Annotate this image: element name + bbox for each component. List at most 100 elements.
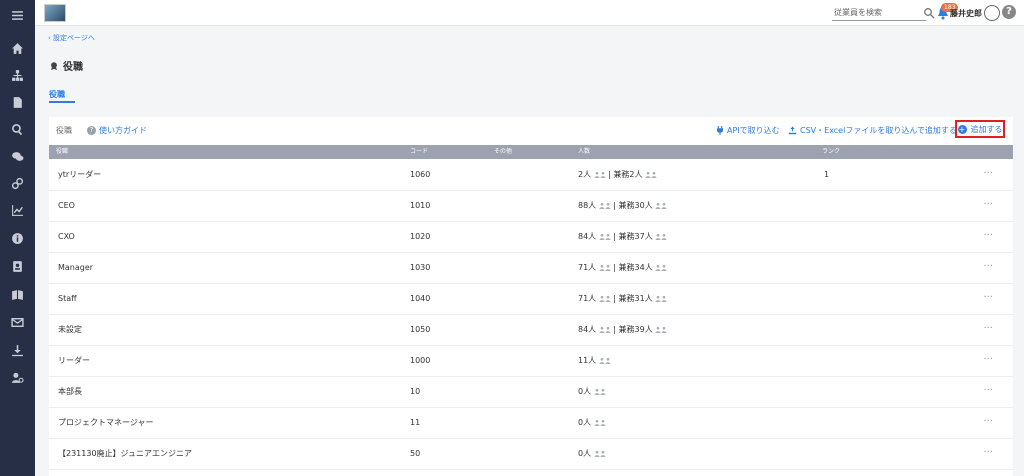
- employee-search-input[interactable]: 従業員を検索: [832, 6, 926, 21]
- table-row[interactable]: 【231130廃止】ジュニアエンジニア 50 0人 ···: [49, 438, 1013, 470]
- position-code: 50: [410, 449, 421, 458]
- concurrent-headcount: | 兼務37人: [613, 232, 653, 241]
- table-row[interactable]: 未設定 1050 84人 | 兼務39人 ···: [49, 314, 1013, 346]
- column-header-code[interactable]: コード: [410, 145, 428, 159]
- people-icon: [645, 171, 657, 178]
- mail-icon[interactable]: [0, 312, 35, 332]
- headcount: 71人 | 兼務34人: [578, 252, 667, 283]
- table-row[interactable]: 本部長 10 0人 ···: [49, 376, 1013, 408]
- position-name: CEO: [58, 201, 75, 210]
- table-row[interactable]: Staff 1040 71人 | 兼務31人 ···: [49, 283, 1013, 315]
- position-code: 10: [410, 387, 421, 396]
- menu-icon[interactable]: [0, 5, 35, 25]
- home-icon[interactable]: [0, 38, 35, 58]
- headcount: 84人 | 兼務37人: [578, 221, 667, 252]
- position-code: 1020: [410, 232, 431, 241]
- chat-icon[interactable]: [0, 146, 35, 166]
- top-bar: 従業員を検索 183 藤井史郎 ?: [35, 0, 1024, 26]
- more-options-icon[interactable]: ···: [983, 283, 993, 312]
- position-code: 1060: [410, 170, 431, 179]
- active-tab-indicator: [49, 101, 75, 103]
- search-icon[interactable]: [923, 7, 935, 19]
- people-icon: [599, 264, 611, 271]
- api-import-button[interactable]: APIで取り込む: [716, 125, 780, 136]
- table-header: 役職 コード その他 人数 ランク: [49, 145, 1013, 159]
- more-options-icon[interactable]: ···: [983, 252, 993, 281]
- more-options-icon[interactable]: ···: [983, 190, 993, 219]
- user-settings-icon[interactable]: [0, 367, 35, 387]
- people-icon: [655, 233, 667, 240]
- headcount-value: 2人: [578, 170, 592, 179]
- headcount-value: 71人: [578, 263, 597, 272]
- more-options-icon[interactable]: ···: [983, 159, 993, 188]
- more-options-icon[interactable]: ···: [983, 314, 993, 343]
- profile-card-icon[interactable]: [0, 256, 35, 276]
- positions-card: 役職 ? 使い方ガイド APIで取り込む CSV・Excelファイルを取り込んで追…: [49, 117, 1013, 476]
- people-icon: [594, 419, 606, 426]
- user-name[interactable]: 藤井史郎: [950, 8, 982, 19]
- column-header-position[interactable]: 役職: [56, 145, 68, 159]
- usage-guide-link[interactable]: ? 使い方ガイド: [87, 125, 147, 136]
- more-options-icon[interactable]: ···: [983, 345, 993, 374]
- column-header-other[interactable]: その他: [494, 145, 512, 159]
- position-name: プロジェクトマネージャー: [58, 418, 154, 427]
- search-icon[interactable]: [0, 119, 35, 139]
- column-header-rank[interactable]: ランク: [822, 145, 840, 159]
- position-name: Manager: [58, 263, 94, 272]
- more-options-icon[interactable]: ···: [983, 221, 993, 250]
- headcount-value: 0人: [578, 418, 592, 427]
- company-logo[interactable]: [44, 4, 66, 22]
- people-icon: [599, 202, 611, 209]
- csv-import-button[interactable]: CSV・Excelファイルを取り込んで追加する: [788, 125, 957, 136]
- position-name: CXO: [58, 232, 75, 241]
- table-row[interactable]: リーダー 1000 11人 ···: [49, 345, 1013, 377]
- add-button[interactable]: + 追加する: [955, 120, 1005, 138]
- position-name: Staff: [58, 294, 77, 303]
- plus-circle-icon: +: [957, 124, 967, 134]
- headcount: 88人 | 兼務30人: [578, 190, 667, 221]
- avatar[interactable]: [984, 5, 1000, 21]
- people-icon: [599, 295, 611, 302]
- position-code: 11: [410, 418, 421, 427]
- link-icon[interactable]: [0, 173, 35, 193]
- people-icon: [655, 202, 667, 209]
- people-icon: [594, 450, 606, 457]
- help-icon[interactable]: ?: [1002, 5, 1016, 19]
- concurrent-headcount: | 兼務31人: [613, 294, 653, 303]
- concurrent-headcount: | 兼務30人: [613, 201, 653, 210]
- position-code: 1030: [410, 263, 431, 272]
- award-icon: [51, 61, 57, 70]
- table-row[interactable]: CEO 1010 88人 | 兼務30人 ···: [49, 190, 1013, 222]
- download-icon[interactable]: [0, 340, 35, 360]
- more-options-icon[interactable]: ···: [983, 376, 993, 405]
- people-icon: [599, 357, 611, 364]
- concurrent-headcount: | 兼務2人: [608, 170, 643, 179]
- position-name: 本部長: [58, 387, 82, 396]
- document-icon[interactable]: [0, 92, 35, 112]
- headcount: 0人: [578, 376, 606, 407]
- org-chart-icon[interactable]: [0, 65, 35, 85]
- table-row[interactable]: プロジェクトマネージャー 11 0人 ···: [49, 407, 1013, 439]
- plug-icon: [717, 126, 723, 135]
- back-to-settings-link[interactable]: ‹ 設定ページへ: [48, 33, 95, 43]
- table-row[interactable]: ytrリーダー 1060 2人 | 兼務2人 1 ···: [49, 159, 1013, 191]
- headcount: 84人 | 兼務39人: [578, 314, 667, 345]
- table-row[interactable]: CXO 1020 84人 | 兼務37人 ···: [49, 221, 1013, 253]
- headcount-value: 11人: [578, 356, 597, 365]
- info-icon[interactable]: [0, 228, 35, 248]
- book-icon[interactable]: [0, 284, 35, 304]
- table-row[interactable]: Manager 1030 71人 | 兼務34人 ···: [49, 252, 1013, 284]
- headcount-value: 84人: [578, 232, 597, 241]
- position-code: 1040: [410, 294, 431, 303]
- people-icon: [594, 388, 606, 395]
- people-icon: [655, 326, 667, 333]
- headcount: 11人: [578, 345, 611, 376]
- tab-positions[interactable]: 役職: [49, 89, 65, 100]
- more-options-icon[interactable]: ···: [983, 438, 993, 467]
- rank-value: 1: [824, 170, 830, 179]
- more-options-icon[interactable]: ···: [983, 407, 993, 436]
- concurrent-headcount: | 兼務39人: [613, 325, 653, 334]
- headcount: 0人: [578, 407, 606, 438]
- column-header-headcount[interactable]: 人数: [578, 145, 590, 159]
- analytics-icon[interactable]: [0, 200, 35, 220]
